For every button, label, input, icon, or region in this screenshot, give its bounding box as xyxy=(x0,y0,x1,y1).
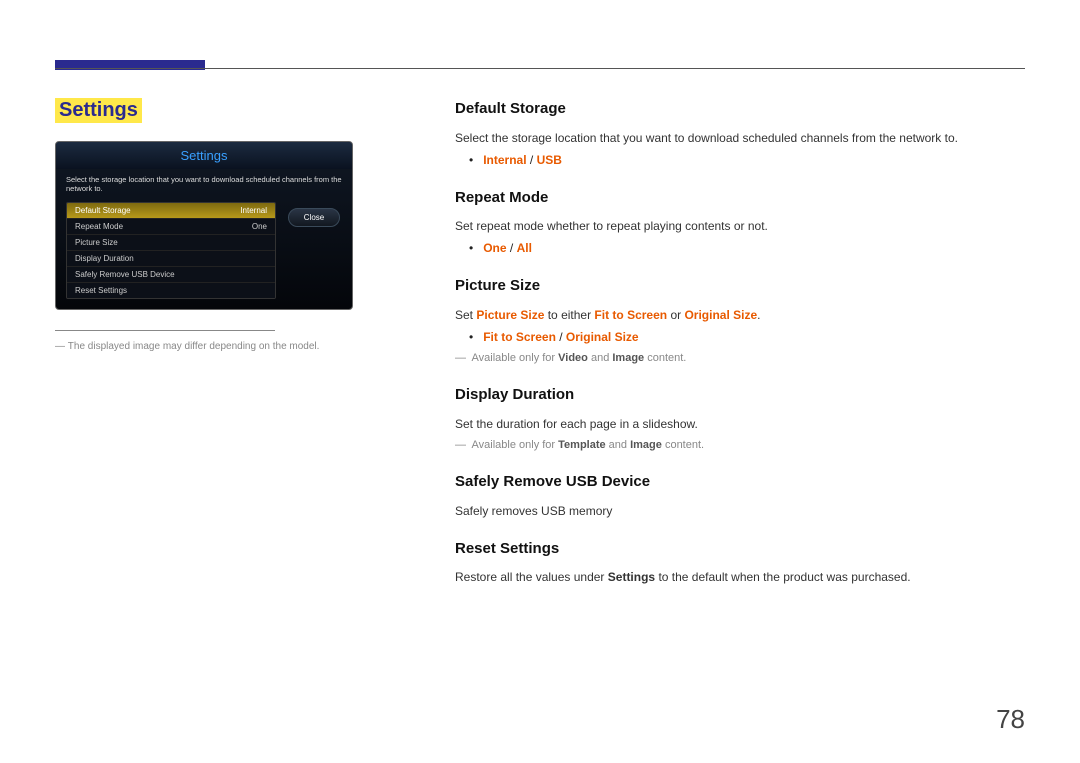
osd-description: Select the storage location that you wan… xyxy=(56,169,352,202)
txt-b: Picture Size xyxy=(476,308,544,322)
osd-row-reset-settings[interactable]: Reset Settings xyxy=(67,283,275,298)
section-repeat-mode: Repeat Mode Set repeat mode whether to r… xyxy=(455,187,1025,258)
txt: to either xyxy=(544,308,594,322)
txt: Available only for xyxy=(472,352,559,364)
note-display-duration: Available only for Template and Image co… xyxy=(455,437,1025,454)
osd-row-repeat-mode[interactable]: Repeat Mode One xyxy=(67,219,275,235)
desc-picture-size: Set Picture Size to either Fit to Screen… xyxy=(455,306,1025,324)
options-repeat-mode: One / All xyxy=(469,239,1025,257)
osd-row-value: One xyxy=(252,222,267,231)
desc-display-duration: Set the duration for each page in a slid… xyxy=(455,415,1025,433)
section-title-settings: Settings xyxy=(55,98,142,123)
heading-safely-remove: Safely Remove USB Device xyxy=(455,471,1025,494)
top-rule xyxy=(55,68,1025,69)
desc-safely-remove: Safely removes USB memory xyxy=(455,502,1025,520)
osd-row-safely-remove[interactable]: Safely Remove USB Device xyxy=(67,267,275,283)
osd-row-default-storage[interactable]: Default Storage Internal xyxy=(67,203,275,219)
heading-default-storage: Default Storage xyxy=(455,98,1025,121)
section-safely-remove: Safely Remove USB Device Safely removes … xyxy=(455,471,1025,520)
section-default-storage: Default Storage Select the storage locat… xyxy=(455,98,1025,169)
txt-b: Image xyxy=(612,352,644,364)
desc-reset-settings: Restore all the values under Settings to… xyxy=(455,568,1025,586)
heading-display-duration: Display Duration xyxy=(455,384,1025,407)
txt: . xyxy=(757,308,760,322)
opt-internal: Internal xyxy=(483,153,526,167)
txt-b: Original Size xyxy=(684,308,757,322)
osd-screenshot: Settings Select the storage location tha… xyxy=(55,141,353,310)
txt: to the default when the product was purc… xyxy=(655,570,911,584)
osd-row-value: Internal xyxy=(240,206,267,215)
osd-row-label: Repeat Mode xyxy=(75,222,123,231)
txt: or xyxy=(667,308,684,322)
txt: content. xyxy=(644,352,686,364)
section-picture-size: Picture Size Set Picture Size to either … xyxy=(455,275,1025,366)
desc-repeat-mode: Set repeat mode whether to repeat playin… xyxy=(455,217,1025,235)
txt: Restore all the values under xyxy=(455,570,608,584)
model-footnote: The displayed image may differ depending… xyxy=(55,341,415,352)
txt: and xyxy=(588,352,612,364)
note-picture-size: Available only for Video and Image conte… xyxy=(455,350,1025,367)
txt: Set xyxy=(455,308,476,322)
left-divider xyxy=(55,330,275,331)
txt: Available only for xyxy=(472,439,559,451)
txt-b: Fit to Screen xyxy=(594,308,667,322)
opt-usb: USB xyxy=(537,153,562,167)
section-display-duration: Display Duration Set the duration for ea… xyxy=(455,384,1025,453)
opt-all: All xyxy=(517,241,532,255)
txt-b: Image xyxy=(630,439,662,451)
txt-b: Settings xyxy=(608,570,655,584)
opt-original: Original Size xyxy=(566,330,639,344)
osd-close-button[interactable]: Close xyxy=(288,208,340,227)
osd-row-label: Safely Remove USB Device xyxy=(75,270,175,279)
heading-repeat-mode: Repeat Mode xyxy=(455,187,1025,210)
osd-title: Settings xyxy=(56,142,352,169)
osd-row-label: Reset Settings xyxy=(75,286,127,295)
txt-b: Template xyxy=(558,439,605,451)
osd-menu-list: Default Storage Internal Repeat Mode One… xyxy=(66,202,276,299)
section-reset-settings: Reset Settings Restore all the values un… xyxy=(455,538,1025,587)
osd-row-picture-size[interactable]: Picture Size xyxy=(67,235,275,251)
osd-row-label: Display Duration xyxy=(75,254,134,263)
osd-row-label: Picture Size xyxy=(75,238,118,247)
page-number: 78 xyxy=(996,704,1025,735)
heading-reset-settings: Reset Settings xyxy=(455,538,1025,561)
txt: and xyxy=(606,439,630,451)
opt-fit: Fit to Screen xyxy=(483,330,556,344)
osd-row-display-duration[interactable]: Display Duration xyxy=(67,251,275,267)
heading-picture-size: Picture Size xyxy=(455,275,1025,298)
options-default-storage: Internal / USB xyxy=(469,151,1025,169)
options-picture-size: Fit to Screen / Original Size xyxy=(469,328,1025,346)
opt-one: One xyxy=(483,241,506,255)
desc-default-storage: Select the storage location that you wan… xyxy=(455,129,1025,147)
osd-row-label: Default Storage xyxy=(75,206,131,215)
txt: content. xyxy=(662,439,704,451)
txt-b: Video xyxy=(558,352,588,364)
